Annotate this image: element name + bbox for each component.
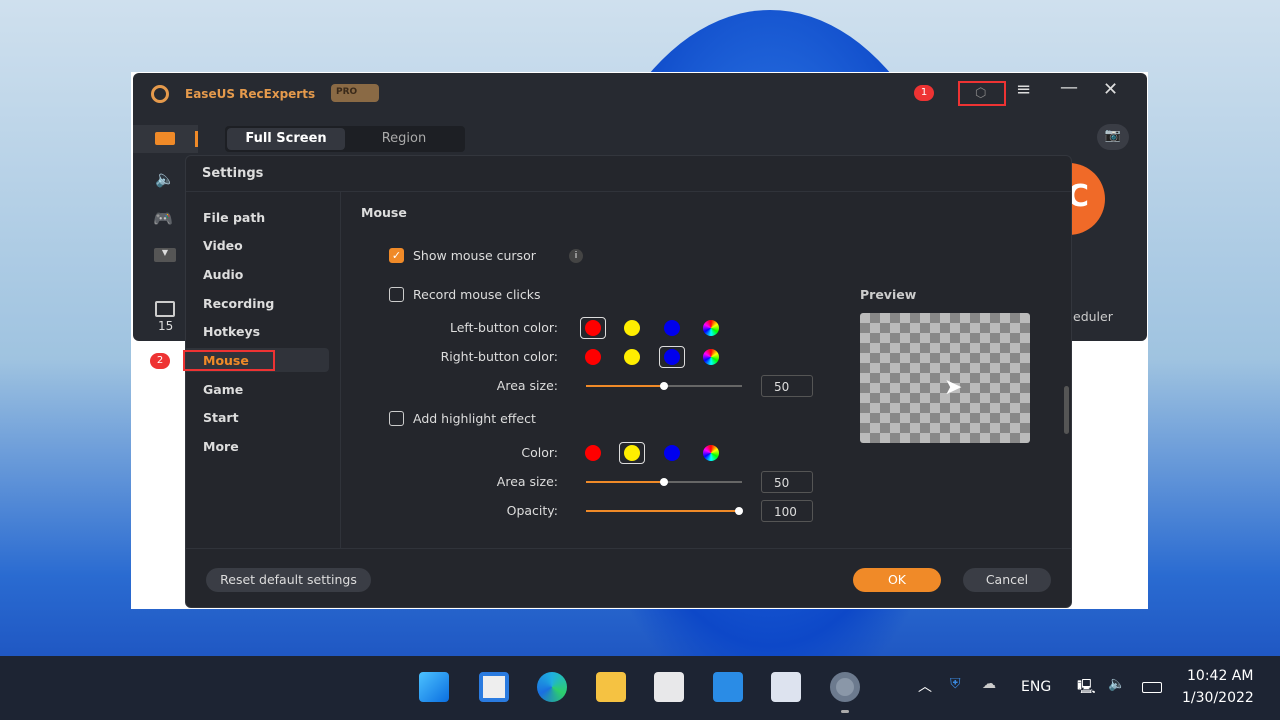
highlight-color-label: Color: bbox=[521, 445, 558, 460]
highlight-area-slider[interactable] bbox=[586, 478, 742, 486]
preview-label: Preview bbox=[860, 287, 917, 302]
show-cursor-checkbox[interactable]: ✓ bbox=[389, 248, 404, 263]
onedrive-icon[interactable]: ☁ bbox=[982, 676, 996, 692]
left-color-custom[interactable] bbox=[703, 320, 719, 336]
volume-icon[interactable]: 🔈 bbox=[1108, 676, 1125, 692]
info-icon[interactable]: i bbox=[569, 249, 583, 263]
scrollbar[interactable] bbox=[1064, 386, 1069, 434]
click-area-slider[interactable] bbox=[586, 382, 742, 390]
nav-file-path[interactable]: File path bbox=[203, 210, 265, 225]
network-icon[interactable]: 🖳 bbox=[1077, 676, 1096, 700]
gear-icon: ⬡ bbox=[975, 86, 987, 101]
nav-more[interactable]: More bbox=[203, 439, 239, 454]
nav-game[interactable]: Game bbox=[203, 382, 243, 397]
settings-button[interactable]: ⬡ bbox=[958, 81, 1006, 106]
highlight-color-custom[interactable] bbox=[703, 445, 719, 461]
menu-icon[interactable]: ≡ bbox=[1016, 79, 1031, 100]
mode-tabs: Full Screen Region bbox=[225, 126, 465, 152]
highlight-area-label: Area size: bbox=[496, 474, 558, 489]
ok-button[interactable]: OK bbox=[853, 568, 941, 592]
dialog-title: Settings bbox=[202, 166, 264, 181]
clock-time[interactable]: 10:42 AM bbox=[1187, 668, 1253, 684]
show-cursor-label: Show mouse cursor bbox=[413, 248, 536, 263]
settings-app-icon[interactable] bbox=[830, 672, 860, 702]
nav-mouse[interactable]: Mouse bbox=[203, 353, 249, 368]
nav-video[interactable]: Video bbox=[203, 238, 243, 253]
widgets-icon[interactable] bbox=[479, 672, 509, 702]
tab-full-screen[interactable]: Full Screen bbox=[227, 128, 345, 150]
highlight-checkbox[interactable] bbox=[389, 411, 404, 426]
paint-icon[interactable] bbox=[771, 672, 801, 702]
opacity-input[interactable]: 100 bbox=[761, 500, 813, 522]
right-color-blue[interactable] bbox=[664, 349, 680, 365]
opacity-label: Opacity: bbox=[506, 503, 558, 518]
file-explorer-icon[interactable] bbox=[596, 672, 626, 702]
nav-recording[interactable]: Recording bbox=[203, 296, 274, 311]
files-count: 15 bbox=[158, 319, 174, 333]
section-title: Mouse bbox=[361, 205, 407, 220]
reset-button[interactable]: Reset default settings bbox=[206, 568, 371, 592]
record-clicks-checkbox[interactable] bbox=[389, 287, 404, 302]
annotation-badge-1: 1 bbox=[914, 85, 934, 101]
minimize-button[interactable]: — bbox=[1060, 77, 1078, 98]
screenshot-button[interactable]: 📷 bbox=[1097, 124, 1129, 150]
highlight-area-input[interactable]: 50 bbox=[761, 471, 813, 493]
cursor-icon: ➤ bbox=[944, 375, 963, 400]
settings-dialog: Settings 2 File path Video Audio Recordi… bbox=[150, 155, 1072, 608]
right-color-red[interactable] bbox=[585, 349, 601, 365]
store-icon[interactable] bbox=[654, 672, 684, 702]
left-color-blue[interactable] bbox=[664, 320, 680, 336]
highlight-color-blue[interactable] bbox=[664, 445, 680, 461]
scheduler-label[interactable]: eduler bbox=[1073, 309, 1113, 324]
app-logo-icon bbox=[151, 85, 169, 103]
left-color-red[interactable] bbox=[585, 320, 601, 336]
clock-date[interactable]: 1/30/2022 bbox=[1182, 690, 1254, 706]
left-color-label: Left-button color: bbox=[449, 320, 558, 335]
area-size-label: Area size: bbox=[496, 378, 558, 393]
language-indicator[interactable]: ENG bbox=[1021, 679, 1051, 695]
opacity-slider[interactable] bbox=[586, 507, 743, 515]
start-icon[interactable] bbox=[419, 672, 449, 702]
security-icon[interactable]: ⛨ bbox=[950, 676, 961, 692]
left-color-yellow[interactable] bbox=[624, 320, 640, 336]
nav-audio[interactable]: Audio bbox=[203, 267, 243, 282]
monitor-icon bbox=[155, 132, 175, 145]
edge-icon[interactable] bbox=[537, 672, 567, 702]
highlight-label: Add highlight effect bbox=[413, 411, 536, 426]
right-color-yellow[interactable] bbox=[624, 349, 640, 365]
gamepad-icon[interactable]: 🎮 bbox=[153, 209, 173, 228]
mail-icon[interactable] bbox=[713, 672, 743, 702]
tab-region[interactable]: Region bbox=[345, 128, 463, 150]
highlight-color-red[interactable] bbox=[585, 445, 601, 461]
right-color-label: Right-button color: bbox=[440, 349, 558, 364]
files-icon[interactable] bbox=[155, 301, 175, 317]
record-clicks-label: Record mouse clicks bbox=[413, 287, 541, 302]
preview-area: ➤ bbox=[860, 313, 1030, 443]
battery-icon[interactable] bbox=[1142, 682, 1162, 693]
more-sources-icon[interactable]: ▼ bbox=[154, 248, 176, 262]
nav-hotkeys[interactable]: Hotkeys bbox=[203, 324, 260, 339]
chevron-up-icon[interactable]: ︿ bbox=[918, 676, 932, 696]
close-button[interactable]: ✕ bbox=[1103, 79, 1118, 100]
annotation-badge-2: 2 bbox=[150, 353, 170, 369]
app-title: EaseUS RecExperts bbox=[185, 87, 316, 101]
right-color-custom[interactable] bbox=[703, 349, 719, 365]
taskbar: ︿ ⛨ ☁ ENG 🖳 🔈 10:42 AM 1/30/2022 bbox=[0, 656, 1280, 720]
nav-start[interactable]: Start bbox=[203, 410, 239, 425]
highlight-color-yellow[interactable] bbox=[624, 445, 640, 461]
sidebar-screen[interactable] bbox=[133, 125, 198, 153]
cancel-button[interactable]: Cancel bbox=[963, 568, 1051, 592]
click-area-input[interactable]: 50 bbox=[761, 375, 813, 397]
speaker-icon[interactable]: 🔈 bbox=[155, 169, 175, 188]
pro-badge[interactable]: PRO bbox=[331, 84, 379, 102]
